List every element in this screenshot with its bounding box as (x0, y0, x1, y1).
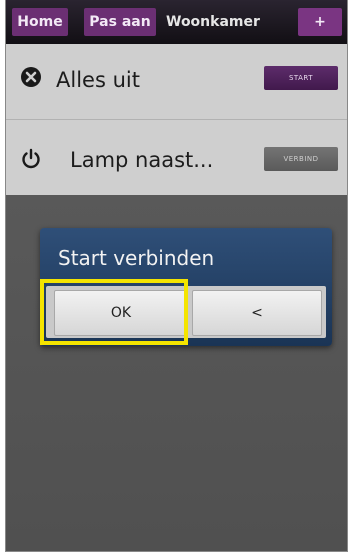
top-bar: Home Pas aan Woonkamer + (6, 0, 347, 44)
list-item-lamp[interactable]: Lamp naast... VERBIND (6, 120, 347, 195)
tab-home[interactable]: Home (12, 8, 68, 36)
dialog-title: Start verbinden (58, 246, 215, 270)
start-button[interactable]: START (264, 66, 338, 90)
phone-screen: Home Pas aan Woonkamer + Alles uit START (6, 0, 347, 551)
list-item-label: Lamp naast... (70, 148, 214, 172)
close-circle-icon (20, 66, 42, 88)
tab-pas-aan[interactable]: Pas aan (84, 8, 156, 36)
back-button[interactable]: < (192, 290, 322, 336)
verbind-button[interactable]: VERBIND (264, 147, 338, 171)
add-button[interactable]: + (298, 8, 342, 36)
list-item-alles-uit[interactable]: Alles uit START (6, 44, 347, 120)
power-icon (20, 148, 42, 170)
highlight-box (40, 279, 188, 345)
list-item-label: Alles uit (56, 68, 140, 92)
scene-list: Alles uit START Lamp naast... VERBIND (6, 44, 347, 195)
room-title: Woonkamer (166, 14, 260, 30)
